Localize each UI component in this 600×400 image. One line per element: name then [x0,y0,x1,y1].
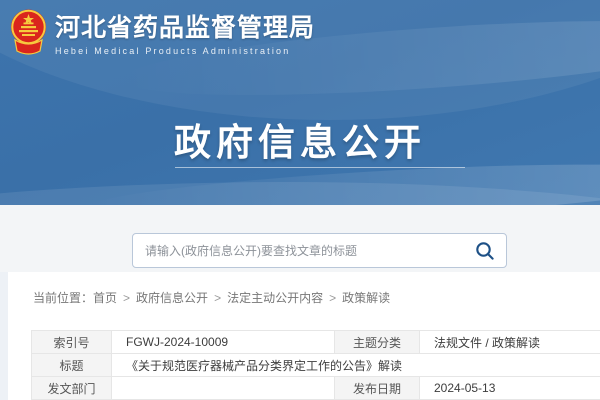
breadcrumb-statutory-disclosure[interactable]: 法定主动公开内容 [227,291,323,305]
breadcrumb-label: 当前位置： [33,291,93,305]
publish-date-label: 发布日期 [335,377,420,400]
search-input[interactable] [133,244,468,258]
index-number-value: FGWJ-2024-10009 [112,331,335,354]
site-name: 河北省药品监督管理局 [55,13,315,43]
breadcrumb-separator: > [123,291,130,305]
document-title-value[interactable]: 《关于规范医疗器械产品分类界定工作的公告》解读 [112,354,600,377]
page-title: 政府信息公开 [0,112,600,166]
table-row: 索引号 FGWJ-2024-10009 主题分类 法规文件 / 政策解读 [32,331,600,354]
search-button[interactable] [468,240,506,262]
banner-underline [175,167,465,168]
breadcrumb-home[interactable]: 首页 [93,291,117,305]
page: 河北省药品监督管理局 Hebei Medical Products Admini… [0,0,600,400]
search-icon [474,240,496,262]
search-section [0,205,600,272]
issuing-department-value [112,377,335,400]
breadcrumb-policy-interpretation[interactable]: 政策解读 [342,291,390,305]
site-logo-text: 河北省药品监督管理局 Hebei Medical Products Admini… [55,7,315,56]
table-row: 标题 《关于规范医疗器械产品分类界定工作的公告》解读 [32,354,600,377]
hero-banner: 河北省药品监督管理局 Hebei Medical Products Admini… [0,0,600,205]
publish-date-value: 2024-05-13 [420,377,600,400]
national-emblem-icon [10,7,47,57]
document-info-table: 索引号 FGWJ-2024-10009 主题分类 法规文件 / 政策解读 标题 … [31,330,600,400]
breadcrumb: 当前位置：首页 > 政府信息公开 > 法定主动公开内容 > 政策解读 [33,289,390,306]
breadcrumb-separator: > [329,291,336,305]
table-row: 发文部门 发布日期 2024-05-13 [32,377,600,400]
breadcrumb-gov-info[interactable]: 政府信息公开 [136,291,208,305]
topic-category-value: 法规文件 / 政策解读 [420,331,600,354]
site-logo[interactable]: 河北省药品监督管理局 Hebei Medical Products Admini… [10,7,315,57]
page-margin-strip [0,272,8,400]
title-label: 标题 [32,354,112,377]
issuing-department-label: 发文部门 [32,377,112,400]
breadcrumb-separator: > [214,291,221,305]
site-name-english: Hebei Medical Products Administration [55,46,315,56]
topic-category-label: 主题分类 [335,331,420,354]
index-number-label: 索引号 [32,331,112,354]
search-box [132,233,507,268]
banner-swoosh [0,182,600,205]
